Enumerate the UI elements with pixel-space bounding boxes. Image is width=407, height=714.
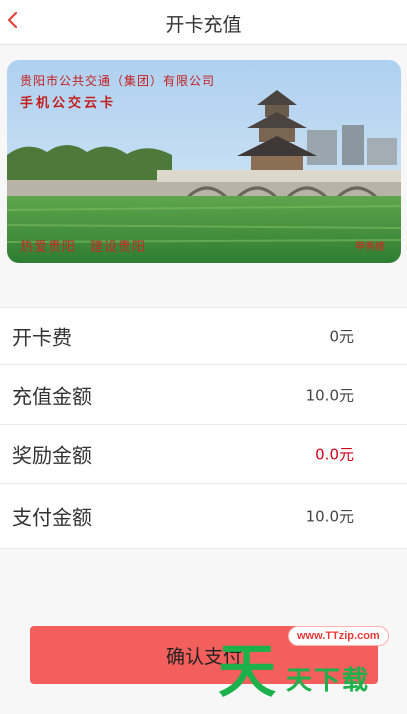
card-slogan: 热爱贵阳 建设贵阳 [20, 240, 147, 255]
card-fee-value: 0元 [329, 327, 354, 346]
card-company-name: 贵阳市公共交通（集团）有限公司 [20, 74, 216, 88]
list-item: 充值金额 10.0元 [0, 365, 407, 425]
card-seal: 甲秀楼 [355, 242, 385, 253]
list-item: 支付金额 10.0元 [0, 484, 407, 549]
bonus-amount-label: 奖励金额 [12, 443, 92, 468]
confirm-payment-label: 确认支付 [165, 645, 242, 668]
card-product-name: 手机公交云卡 [20, 96, 117, 111]
recharge-amount-label: 充值金额 [12, 384, 92, 408]
top-nav-bar: 开卡充值 [0, 0, 407, 45]
card-scenery [7, 60, 401, 263]
card-fee-label: 开卡费 [12, 325, 72, 350]
transit-card-image: 贵阳市公共交通（集团）有限公司 手机公交云卡 热爱贵阳 建设贵阳 甲秀楼 [7, 60, 401, 263]
list-item: 开卡费 0元 [0, 308, 407, 365]
confirm-payment-button[interactable]: 确认支付 [30, 626, 378, 684]
payment-amount-label: 支付金额 [12, 505, 92, 530]
bonus-amount-value: 0.0元 [315, 445, 354, 464]
recharge-amount-value: 10.0元 [305, 386, 354, 404]
list-item: 奖励金额 0.0元 [0, 425, 407, 484]
fee-list: 开卡费 0元 充值金额 10.0元 奖励金额 0.0元 支付金额 10.0元 [0, 307, 407, 549]
page-title: 开卡充值 [165, 14, 242, 36]
payment-amount-value: 10.0元 [305, 507, 354, 526]
